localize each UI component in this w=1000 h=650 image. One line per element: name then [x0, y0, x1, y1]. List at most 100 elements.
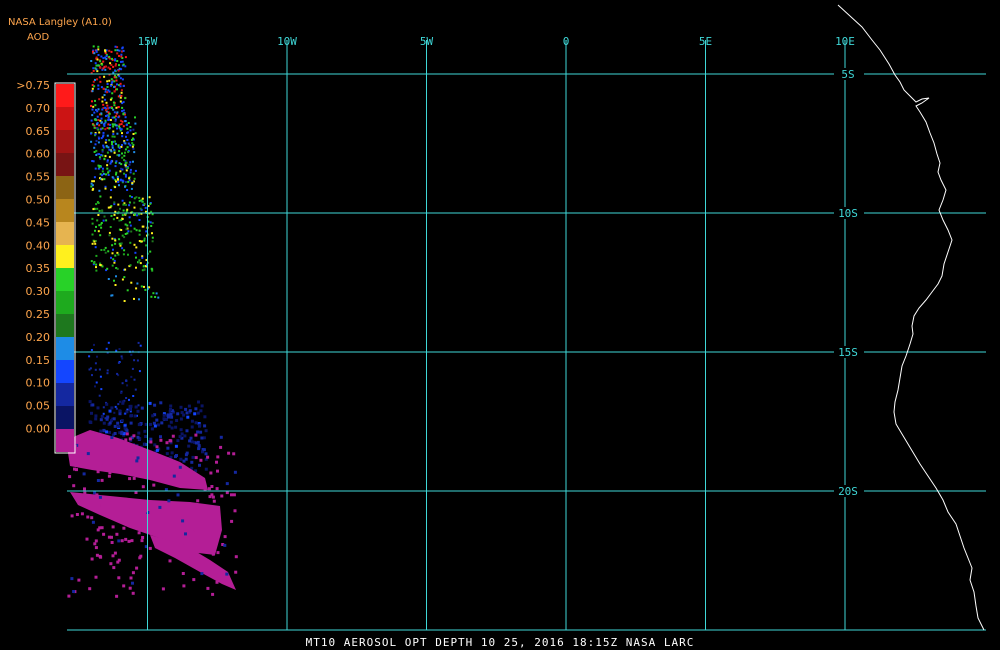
aod-pixel — [138, 199, 141, 202]
aod-pixel — [133, 201, 136, 204]
aod-pixel — [188, 409, 192, 413]
aod-pixel — [101, 100, 104, 103]
aod-pixel — [123, 426, 127, 430]
aod-pixel — [102, 532, 106, 536]
aod-pixel — [90, 132, 92, 135]
aod-pixel — [233, 470, 237, 474]
aod-pixel — [225, 482, 229, 486]
aod-pixel — [94, 417, 98, 421]
aod-pixel — [116, 127, 118, 130]
aod-pixel — [134, 251, 137, 254]
aod-pixel — [93, 151, 96, 153]
aod-pixel — [165, 441, 169, 445]
aod-pixel — [123, 172, 126, 175]
aod-pixel — [118, 75, 121, 78]
aod-pixel — [104, 141, 107, 144]
aod-pixel — [115, 171, 118, 174]
legend-swatch — [56, 245, 74, 268]
aod-pixel — [131, 367, 134, 370]
aod-pixel — [119, 82, 122, 85]
aod-pixel — [109, 226, 112, 228]
aod-pixel — [94, 229, 96, 232]
aod-pixel — [68, 475, 72, 479]
aod-pixel — [108, 430, 111, 434]
aod-pixel — [134, 116, 136, 119]
aod-pixel — [116, 52, 119, 55]
aod-pixel — [194, 456, 198, 460]
aod-pixel — [144, 435, 148, 438]
aod-pixel — [118, 150, 121, 153]
aod-pixel — [120, 94, 123, 97]
aod-pixel — [124, 223, 127, 226]
aod-pixel — [92, 67, 95, 70]
aod-pixel — [108, 461, 112, 465]
aod-pixel — [94, 362, 97, 365]
latitude-label: 10S — [838, 207, 858, 220]
aod-pixel — [204, 452, 208, 456]
aod-pixel — [203, 424, 207, 428]
aod-pixel — [106, 164, 109, 167]
aod-pixel — [85, 537, 89, 541]
aod-pixel — [107, 278, 110, 280]
aod-pixel — [113, 279, 115, 282]
aod-pixel — [90, 411, 93, 415]
aod-pixel — [91, 90, 94, 93]
aod-pixel — [98, 394, 101, 397]
aod-pixel — [111, 237, 114, 240]
aod-pixel — [176, 439, 180, 443]
aod-pixel — [102, 123, 105, 126]
aod-pixel — [112, 133, 115, 136]
aod-pixel — [117, 178, 119, 181]
legend-label: 0.10 — [26, 377, 51, 390]
aod-pixel — [110, 64, 113, 66]
latitude-label: 20S — [838, 485, 858, 498]
aod-pixel — [101, 178, 104, 181]
aod-pixel — [122, 49, 125, 52]
aod-pixel — [99, 60, 102, 63]
aod-pixel — [106, 159, 109, 162]
aod-pixel — [113, 76, 116, 79]
aod-pixel — [96, 127, 99, 130]
aod-pixel — [115, 532, 119, 536]
longitude-label: 15W — [138, 35, 158, 48]
aod-pixel — [97, 230, 100, 233]
aod-pixel — [98, 153, 101, 156]
aod-pixel — [96, 207, 99, 210]
aod-pixel — [108, 55, 111, 58]
aod-pixel — [216, 455, 220, 459]
aod-pixel — [190, 425, 194, 429]
aod-pixel — [114, 186, 117, 189]
aod-pixel — [131, 464, 135, 468]
aod-pixel — [141, 485, 145, 489]
aod-pixel — [119, 207, 121, 210]
aod-pixel — [138, 298, 140, 301]
aod-pixel — [193, 505, 197, 509]
aod-pixel — [93, 85, 96, 88]
aod-pixel — [185, 523, 189, 527]
aod-pixel — [100, 86, 103, 89]
aod-pixel — [118, 154, 120, 157]
aod-pixel — [131, 145, 134, 148]
aod-pixel — [91, 403, 95, 407]
aod-pixel — [86, 515, 90, 519]
aod-pixel — [120, 163, 123, 166]
aod-pixel — [98, 495, 102, 499]
aod-pixel — [124, 268, 127, 271]
aod-pixel — [121, 135, 124, 138]
aod-pixel — [97, 54, 100, 56]
aod-pixel — [114, 69, 116, 72]
aod-pixel — [108, 231, 111, 234]
aod-pixel — [101, 265, 104, 268]
aod-pixel — [111, 80, 114, 83]
aod-pixel — [124, 175, 127, 178]
aod-pixel — [121, 110, 124, 113]
aod-pixel — [121, 78, 124, 81]
aod-pixel — [113, 203, 116, 206]
aod-pixel — [205, 538, 209, 541]
aod-pixel — [133, 206, 136, 209]
aod-pixel — [122, 180, 125, 183]
aod-pixel — [105, 57, 108, 60]
aod-pixel — [111, 144, 114, 147]
aod-pixel — [95, 149, 98, 152]
aod-pixel — [98, 224, 101, 227]
